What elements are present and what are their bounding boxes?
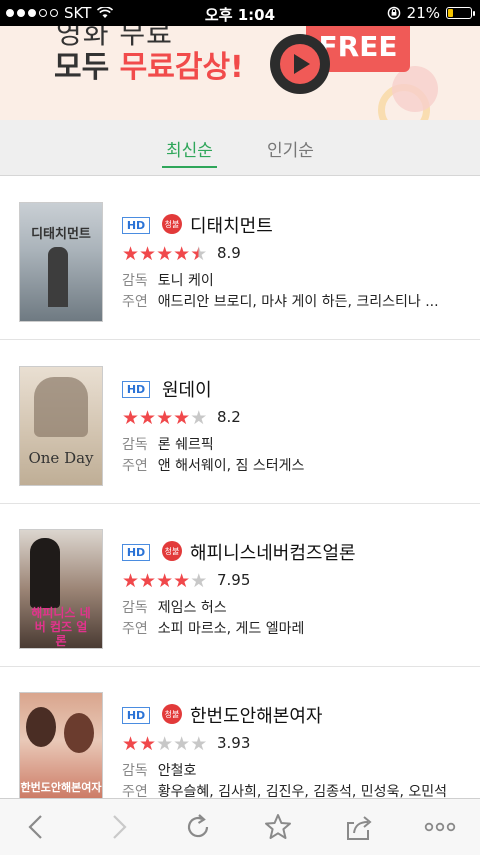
rating-stars: ★ ★ ★ ★ ★	[122, 734, 207, 754]
poster-title: 디태치먼트	[31, 227, 91, 242]
cast-row: 주연 애드리안 브로디, 마샤 게이 하든, 크리스티나 ...	[122, 291, 439, 311]
rating-score: 8.2	[217, 408, 241, 426]
banner-headline: 모두 무료감상!	[54, 42, 244, 86]
poster-figure	[64, 713, 94, 753]
share-icon[interactable]	[341, 809, 377, 845]
star-icon: ★	[139, 570, 157, 592]
adult-rating-badge: 청불	[162, 541, 182, 561]
cast-row: 주연 소피 마르소, 게드 엘마레	[122, 618, 304, 638]
rotation-lock-icon	[387, 6, 400, 20]
star-icon: ★	[190, 733, 208, 755]
banner-decoration-circle	[392, 66, 438, 112]
director-label: 감독	[122, 273, 148, 289]
poster-title: 해피니스 네버 컴즈 얼론	[31, 606, 91, 648]
poster-figure	[30, 538, 60, 608]
director-label: 감독	[122, 437, 148, 453]
banner-headline-highlight: 무료감상!	[119, 50, 244, 85]
tab-latest[interactable]: 최신순	[162, 136, 217, 168]
star-icon: ★	[173, 733, 191, 755]
poster-title: 한번도안해본여자	[20, 781, 102, 794]
director-label: 감독	[122, 763, 148, 779]
rating-score: 7.95	[217, 571, 251, 589]
director-row: 감독 토니 케이	[122, 270, 214, 290]
star-icon: ★	[190, 243, 208, 265]
rating-score: 3.93	[217, 734, 251, 752]
director-row: 감독 론 쉐르픽	[122, 434, 214, 454]
director-label: 감독	[122, 600, 148, 616]
more-icon[interactable]	[422, 809, 458, 845]
director-value: 제임스 허스	[157, 600, 227, 616]
star-icon: ★	[156, 243, 174, 265]
cast-value: 애드리안 브로디, 마샤 게이 하든, 크리스티나 ...	[157, 294, 439, 310]
star-icon: ★	[122, 243, 140, 265]
poster-figure	[34, 377, 88, 437]
forward-icon[interactable]	[101, 809, 137, 845]
star-icon: ★	[122, 570, 140, 592]
star-icon: ★	[190, 407, 208, 429]
director-row: 감독 안철호	[122, 760, 196, 780]
director-row: 감독 제임스 허스	[122, 597, 227, 617]
battery-icon	[446, 7, 475, 19]
tab-popular[interactable]: 인기순	[267, 136, 314, 161]
banner-headline-prefix: 모두	[54, 50, 120, 85]
movie-title[interactable]: 디태치먼트	[190, 212, 273, 238]
bookmark-star-icon[interactable]	[260, 809, 296, 845]
adult-rating-badge: 청불	[162, 704, 182, 724]
hd-badge: HD	[122, 544, 150, 561]
sort-tabs: 최신순 인기순	[0, 120, 480, 176]
hd-badge: HD	[122, 381, 150, 398]
star-icon: ★	[156, 570, 174, 592]
poster-figure	[48, 247, 68, 307]
star-icon: ★	[190, 570, 208, 592]
director-value: 안철호	[157, 763, 197, 779]
status-right: 21%	[387, 4, 475, 22]
star-icon: ★	[122, 407, 140, 429]
star-icon: ★	[139, 407, 157, 429]
cast-row: 주연 앤 해서웨이, 짐 스터게스	[122, 455, 304, 475]
star-icon: ★	[173, 570, 191, 592]
promo-banner[interactable]: 영화 무료 모두 무료감상! FREE	[0, 26, 480, 120]
cast-label: 주연	[122, 621, 148, 637]
cast-label: 주연	[122, 458, 148, 474]
star-icon: ★	[156, 407, 174, 429]
movie-title[interactable]: 원데이	[162, 376, 212, 402]
star-icon: ★	[173, 407, 191, 429]
browser-toolbar	[0, 798, 480, 855]
director-value: 론 쉐르픽	[157, 437, 214, 453]
movie-title[interactable]: 해피니스네버컴즈얼론	[190, 539, 356, 565]
movie-poster[interactable]: 한번도안해본여자	[19, 692, 103, 812]
movie-item[interactable]: 해피니스 네버 컴즈 얼론 HD 청불 해피니스네버컴즈얼론 ★ ★ ★ ★ ★ 7.9…	[0, 503, 480, 667]
star-icon: ★	[122, 733, 140, 755]
movie-title[interactable]: 한번도안해본여자	[190, 702, 322, 728]
rating-stars: ★ ★ ★ ★ ★	[122, 244, 207, 264]
star-icon: ★	[139, 243, 157, 265]
back-icon[interactable]	[18, 809, 54, 845]
hd-badge: HD	[122, 707, 150, 724]
movie-poster[interactable]: One Day	[19, 366, 103, 486]
cast-value: 소피 마르소, 게드 엘마레	[157, 621, 305, 637]
adult-rating-badge: 청불	[162, 214, 182, 234]
poster-figure	[26, 707, 56, 747]
rating-score: 8.9	[217, 244, 241, 262]
movie-poster[interactable]: 디태치먼트	[19, 202, 103, 322]
poster-title: One Day	[28, 449, 94, 467]
cast-label: 주연	[122, 294, 148, 310]
star-icon: ★	[139, 733, 157, 755]
rating-stars: ★ ★ ★ ★ ★	[122, 571, 207, 591]
cast-value: 앤 해서웨이, 짐 스터게스	[157, 458, 305, 474]
hd-badge: HD	[122, 217, 150, 234]
rating-stars: ★ ★ ★ ★ ★	[122, 408, 207, 428]
status-bar: SKT 오후 1:04 21%	[0, 0, 480, 26]
movie-item[interactable]: 디태치먼트 HD 청불 디태치먼트 ★ ★ ★ ★ ★ 8.9 감독 토니 케이 주연 애드…	[0, 176, 480, 340]
battery-percent: 21%	[406, 4, 440, 22]
director-value: 토니 케이	[157, 273, 214, 289]
reload-icon[interactable]	[180, 809, 216, 845]
star-icon: ★	[173, 243, 191, 265]
star-icon: ★	[156, 733, 174, 755]
movie-poster[interactable]: 해피니스 네버 컴즈 얼론	[19, 529, 103, 649]
play-icon	[270, 34, 330, 94]
movie-item[interactable]: One Day HD 원데이 ★ ★ ★ ★ ★ 8.2 감독 론 쉐르픽 주연 앤 해서웨…	[0, 340, 480, 504]
